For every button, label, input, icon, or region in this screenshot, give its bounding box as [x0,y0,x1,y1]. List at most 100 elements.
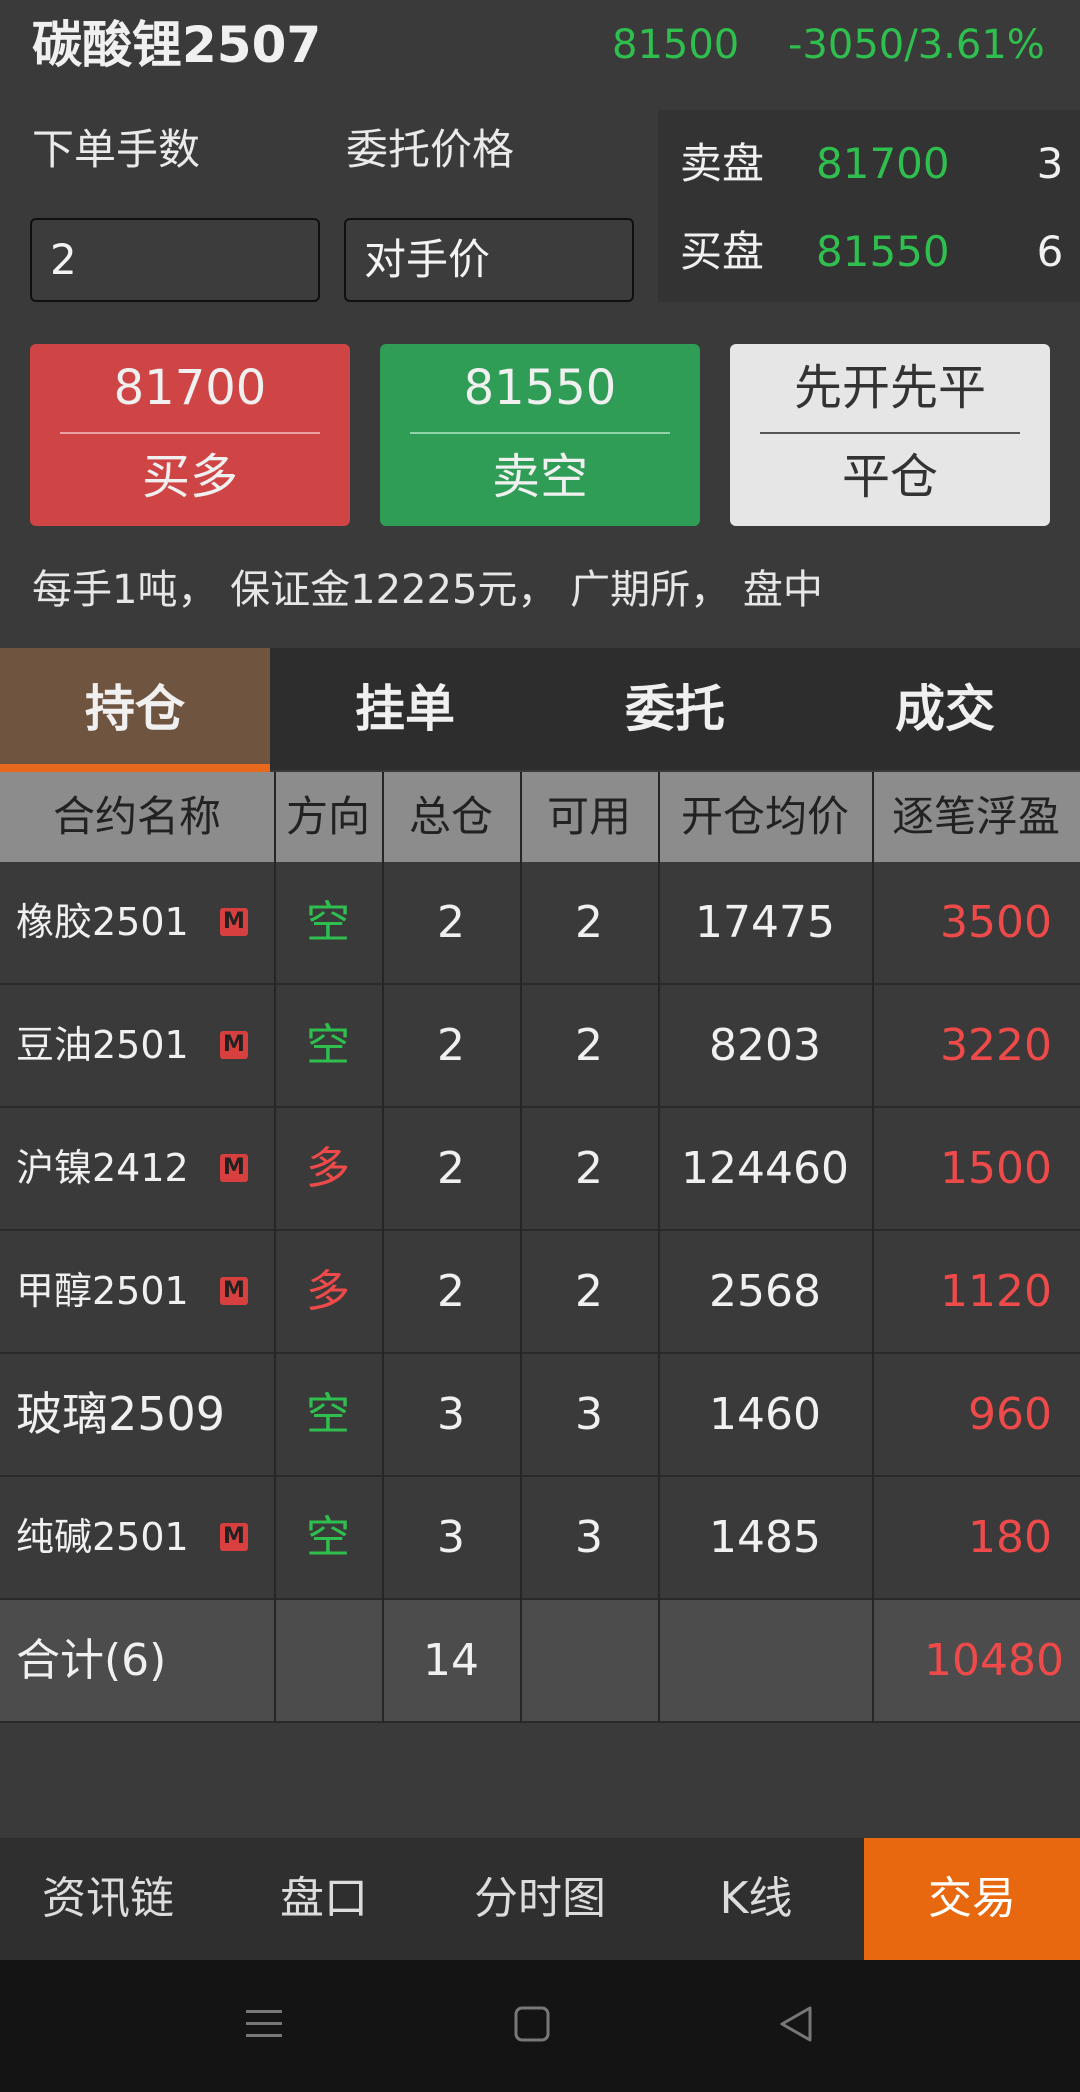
col-direction: 方向 [285,792,370,841]
row-direction: 空 [306,1389,350,1440]
col-total: 总仓 [408,792,493,841]
bid-row: 买盘 81550 6 [658,212,1080,292]
table-row[interactable]: 纯碱2501 M 空 3 3 1485 180 [0,1477,1080,1600]
qty-input[interactable]: 2 [30,218,320,302]
row-pnl: 3220 [940,1020,1052,1071]
buy-divider [60,432,320,434]
position-tabs: 持仓 挂单 委托 成交 [0,648,1080,770]
nav-intraday-chart[interactable]: 分时图 [432,1838,648,1960]
summary-total: 14 [423,1635,479,1686]
row-pnl: 180 [968,1512,1052,1563]
row-available: 2 [575,897,603,948]
row-avg-price: 8203 [709,1020,821,1071]
bottom-nav: 资讯链 盘口 分时图 K线 交易 [0,1838,1080,1960]
ask-row: 卖盘 81700 3 [658,124,1080,204]
row-available: 2 [575,1143,603,1194]
tab-positions[interactable]: 持仓 [0,648,270,770]
main-contract-badge: M [220,1154,248,1182]
close-position-button[interactable]: 先开先平 平仓 [730,344,1050,526]
order-book: 卖盘 81700 3 买盘 81550 6 [658,110,1080,302]
col-avg-price: 开仓均价 [680,792,849,841]
row-direction: 多 [306,1266,350,1317]
table-row[interactable]: 豆油2501 M 空 2 2 8203 3220 [0,985,1080,1108]
table-row[interactable]: 玻璃2509 空 3 3 1460 960 [0,1354,1080,1477]
table-row[interactable]: 沪镍2412 M 多 2 2 124460 1500 [0,1108,1080,1231]
tab-pending[interactable]: 挂单 [270,648,540,770]
row-total: 3 [437,1512,465,1563]
row-total: 2 [437,897,465,948]
contract-title: 碳酸锂2507 [32,16,322,74]
row-direction: 空 [306,897,350,948]
nav-trade[interactable]: 交易 [864,1838,1080,1960]
sell-short-label: 卖空 [491,449,588,505]
last-price: 81500 [612,22,740,68]
table-row[interactable]: 甲醇2501 M 多 2 2 2568 1120 [0,1231,1080,1354]
close-label: 平仓 [841,449,938,505]
row-avg-price: 2568 [709,1266,821,1317]
col-pnl: 逐笔浮盈 [891,792,1060,841]
ask-qty: 3 [1036,139,1064,188]
close-mode-label: 先开先平 [793,360,986,416]
row-total: 2 [437,1020,465,1071]
row-avg-price: 17475 [695,897,835,948]
row-direction: 多 [306,1143,350,1194]
row-available: 3 [575,1512,603,1563]
nav-quote-board[interactable]: 盘口 [216,1838,432,1960]
active-tab-indicator [0,764,270,772]
row-pnl: 960 [968,1389,1052,1440]
column-divider [872,772,874,1723]
sell-short-price: 81550 [463,360,617,416]
row-avg-price: 1460 [709,1389,821,1440]
ask-label: 卖盘 [680,139,765,188]
sell-divider [410,432,670,434]
row-direction: 空 [306,1512,350,1563]
menu-icon[interactable] [244,2004,284,2044]
sell-short-button[interactable]: 81550 卖空 [380,344,700,526]
main-contract-badge: M [220,1523,248,1551]
nav-kline[interactable]: K线 [648,1838,864,1960]
close-divider [760,432,1020,434]
row-total: 2 [437,1143,465,1194]
row-contract: 甲醇2501 [16,1269,189,1313]
row-available: 3 [575,1389,603,1440]
bid-qty: 6 [1036,227,1064,276]
row-contract: 橡胶2501 [16,900,189,944]
price-change: -3050/3.61% [788,22,1045,68]
qty-label: 下单手数 [32,125,201,174]
row-avg-price: 1485 [709,1512,821,1563]
row-available: 2 [575,1266,603,1317]
row-contract: 沪镍2412 [16,1146,189,1190]
bid-label: 买盘 [680,227,765,276]
column-divider [274,772,276,1723]
summary-row: 合计(6) 14 10480 [0,1600,1080,1723]
row-available: 2 [575,1020,603,1071]
tab-orders[interactable]: 委托 [540,648,810,770]
home-icon[interactable] [512,2004,552,2044]
price-type-select[interactable]: 对手价 [344,218,634,302]
buy-long-price: 81700 [113,360,267,416]
contract-info: 每手1吨， 保证金12225元， 广期所， 盘中 [32,567,823,613]
column-divider [658,772,660,1723]
row-pnl: 1500 [940,1143,1052,1194]
row-pnl: 1120 [940,1266,1052,1317]
table-row[interactable]: 橡胶2501 M 空 2 2 17475 3500 [0,862,1080,985]
row-pnl: 3500 [940,897,1052,948]
positions-table-header: 合约名称 方向 总仓 可用 开仓均价 逐笔浮盈 [0,772,1080,862]
summary-label: 合计(6) [16,1635,167,1686]
back-icon[interactable] [776,2004,816,2044]
column-divider [520,772,522,1723]
buy-long-button[interactable]: 81700 买多 [30,344,350,526]
tab-trades[interactable]: 成交 [810,648,1080,770]
system-nav-bar [0,1960,1080,2092]
bid-price: 81550 [816,227,950,276]
summary-pnl: 10480 [924,1635,1064,1686]
row-contract: 纯碱2501 [16,1515,189,1559]
col-available: 可用 [546,792,631,841]
nav-news[interactable]: 资讯链 [0,1838,216,1960]
column-divider [382,772,384,1723]
main-contract-badge: M [220,1277,248,1305]
row-total: 2 [437,1266,465,1317]
row-direction: 空 [306,1020,350,1071]
col-contract: 合约名称 [52,792,221,841]
buy-long-label: 买多 [141,449,238,505]
